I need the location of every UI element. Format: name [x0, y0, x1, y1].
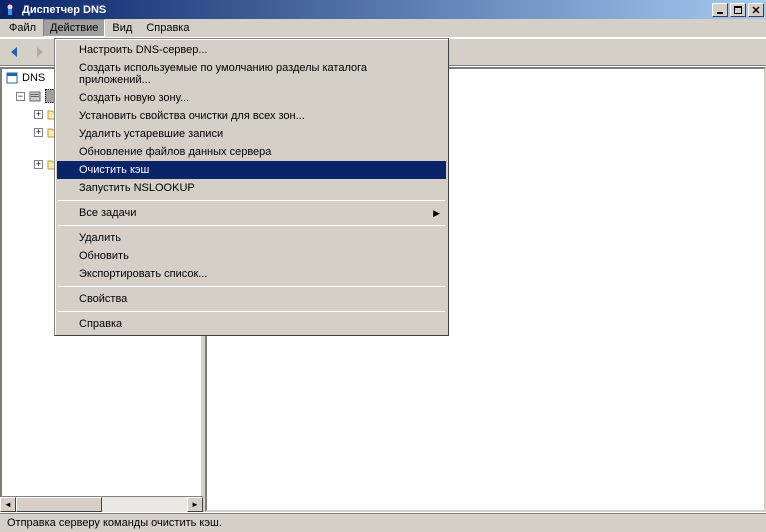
- menu-item-label: Настроить DNS-сервер...: [79, 44, 208, 56]
- menu-separator: [58, 200, 445, 201]
- menu-item-label: Свойства: [79, 293, 127, 305]
- menu-item-label: Экспортировать список...: [79, 268, 207, 280]
- menu-separator: [58, 311, 445, 312]
- menubar: Файл Действие Вид Справка: [0, 19, 766, 38]
- horizontal-scrollbar[interactable]: ◄ ►: [0, 496, 203, 512]
- menu-item-label: Обновление файлов данных сервера: [79, 146, 271, 158]
- server-icon: [27, 88, 43, 104]
- expander-plus-icon[interactable]: +: [34, 110, 43, 119]
- menu-item-9[interactable]: Все задачи ▶: [57, 204, 446, 222]
- menu-item-6[interactable]: Очистить кэш: [57, 161, 446, 179]
- scroll-track[interactable]: [16, 497, 187, 512]
- expander-plus-icon[interactable]: +: [34, 128, 43, 137]
- expander-minus-icon[interactable]: −: [16, 92, 25, 101]
- menu-item-17[interactable]: Справка: [57, 315, 446, 333]
- menu-item-label: Очистить кэш: [79, 164, 149, 176]
- maximize-button[interactable]: [730, 3, 746, 17]
- menu-item-15[interactable]: Свойства: [57, 290, 446, 308]
- menu-item-label: Справка: [79, 318, 122, 330]
- menu-item-label: Все задачи: [79, 207, 136, 219]
- dns-root-icon: [4, 70, 20, 86]
- menu-view[interactable]: Вид: [105, 19, 139, 37]
- forward-button: [28, 41, 50, 63]
- scroll-left-button[interactable]: ◄: [0, 497, 16, 512]
- submenu-arrow-icon: ▶: [433, 208, 440, 219]
- menu-separator: [58, 286, 445, 287]
- menu-item-label: Обновить: [79, 250, 129, 262]
- action-dropdown: Настроить DNS-сервер... Создать используе…: [54, 38, 449, 336]
- menu-item-label: Создать используемые по умолчанию раздел…: [79, 62, 426, 86]
- app-icon: [2, 2, 18, 18]
- window-title: Диспетчер DNS: [22, 4, 710, 16]
- menu-item-label: Создать новую зону...: [79, 92, 189, 104]
- menu-item-12[interactable]: Обновить: [57, 247, 446, 265]
- menu-action[interactable]: Действие: [43, 19, 105, 37]
- menu-item-13[interactable]: Экспортировать список...: [57, 265, 446, 283]
- titlebar: Диспетчер DNS: [0, 0, 766, 19]
- menu-item-label: Запустить NSLOOKUP: [79, 182, 195, 194]
- menu-item-3[interactable]: Установить свойства очистки для всех зон…: [57, 107, 446, 125]
- expander-plus-icon[interactable]: +: [34, 160, 43, 169]
- menu-item-2[interactable]: Создать новую зону...: [57, 89, 446, 107]
- menu-item-0[interactable]: Настроить DNS-сервер...: [57, 41, 446, 59]
- back-button[interactable]: [4, 41, 26, 63]
- menu-item-11[interactable]: Удалить: [57, 229, 446, 247]
- menu-help[interactable]: Справка: [139, 19, 196, 37]
- tree-root-label: DNS: [22, 72, 45, 84]
- menu-item-label: Установить свойства очистки для всех зон…: [79, 110, 305, 122]
- scroll-right-button[interactable]: ►: [187, 497, 203, 512]
- status-text: Отправка серверу команды очистить кэш.: [4, 517, 222, 529]
- menu-item-label: Удалить устаревшие записи: [79, 128, 223, 140]
- statusbar: Отправка серверу команды очистить кэш.: [0, 512, 766, 532]
- menu-item-4[interactable]: Удалить устаревшие записи: [57, 125, 446, 143]
- menu-item-label: Удалить: [79, 232, 121, 244]
- menu-item-5[interactable]: Обновление файлов данных сервера: [57, 143, 446, 161]
- window-buttons: [710, 3, 764, 17]
- menu-separator: [58, 225, 445, 226]
- scroll-thumb[interactable]: [16, 497, 102, 512]
- menu-item-1[interactable]: Создать используемые по умолчанию раздел…: [57, 59, 446, 89]
- minimize-button[interactable]: [712, 3, 728, 17]
- menu-item-7[interactable]: Запустить NSLOOKUP: [57, 179, 446, 197]
- close-button[interactable]: [748, 3, 764, 17]
- menu-file[interactable]: Файл: [2, 19, 43, 37]
